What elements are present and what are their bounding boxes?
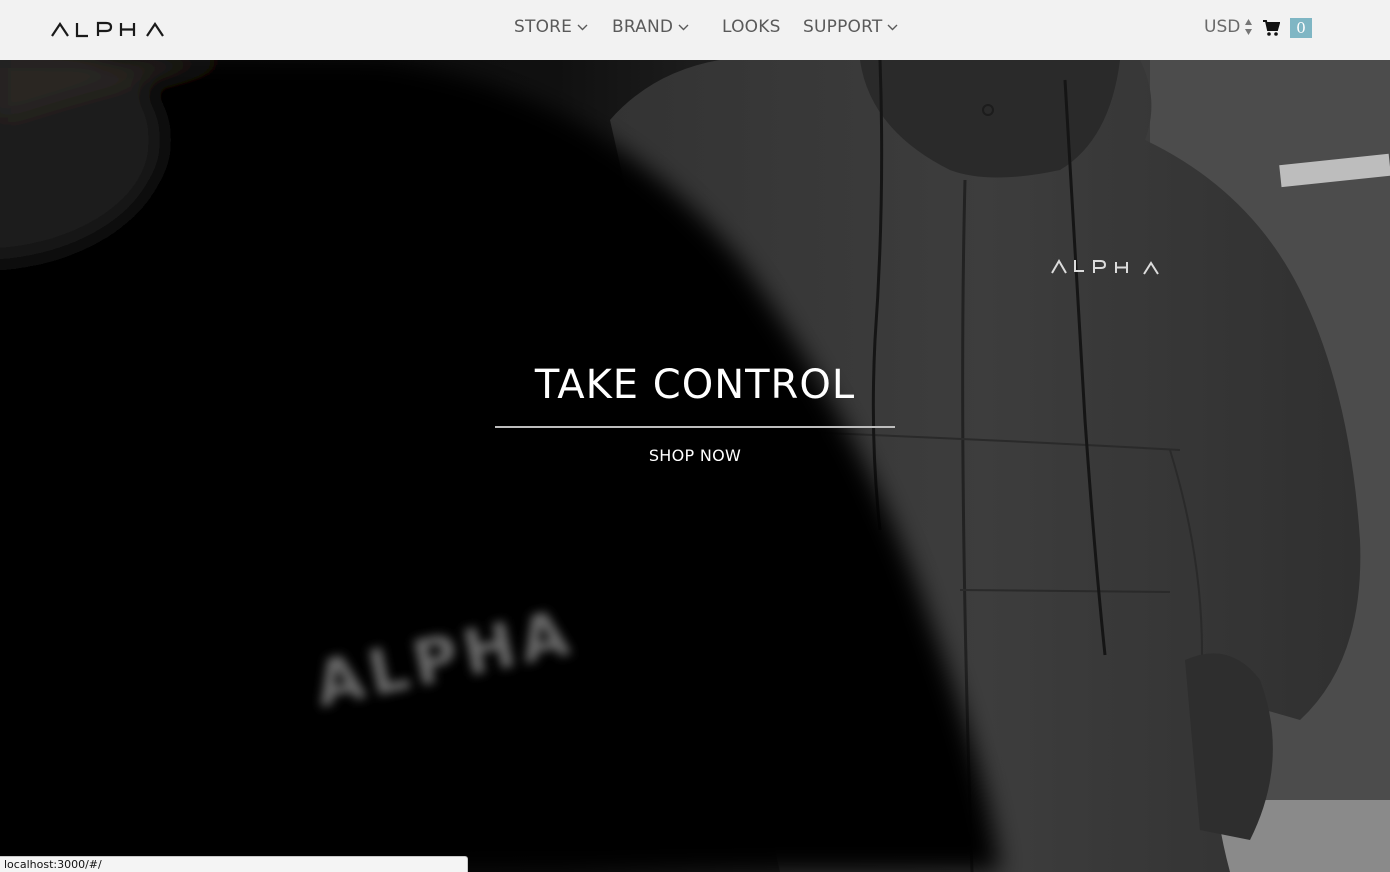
hero-headline: TAKE CONTROL [534, 362, 856, 408]
nav-brand-label: BRAND [612, 17, 674, 37]
select-arrows-icon [1245, 19, 1253, 35]
hero-divider [495, 426, 895, 428]
nav-brand[interactable]: BRAND [612, 17, 689, 37]
currency-value: USD [1204, 17, 1241, 37]
nav-store[interactable]: STORE [514, 17, 588, 37]
chevron-down-icon [887, 24, 898, 30]
chevron-down-icon [678, 24, 689, 30]
currency-select[interactable]: USD [1198, 16, 1258, 38]
shop-now-link[interactable]: SHOP NOW [595, 446, 795, 465]
nav-store-label: STORE [514, 17, 573, 37]
chevron-down-icon [577, 24, 588, 30]
shopping-cart-icon[interactable] [1262, 19, 1280, 37]
nav-looks-label: LOOKS [722, 17, 781, 37]
hoodie-chest-logo [1051, 259, 1159, 275]
site-header: STORE BRAND LOOKS SUPPORT USD 0 [0, 0, 1390, 60]
hero-banner: ALPHA TAKE CONTROL SHOP NOW [0, 60, 1390, 872]
nav-looks[interactable]: LOOKS [722, 17, 781, 37]
nav-support[interactable]: SUPPORT [803, 17, 898, 37]
nav-support-label: SUPPORT [803, 17, 883, 37]
hero-background-image: ALPHA [0, 60, 1390, 872]
cart-count-badge[interactable]: 0 [1290, 18, 1312, 38]
main-nav: STORE BRAND LOOKS SUPPORT [0, 0, 1390, 60]
browser-status-bar: localhost:3000/#/ [0, 856, 468, 872]
